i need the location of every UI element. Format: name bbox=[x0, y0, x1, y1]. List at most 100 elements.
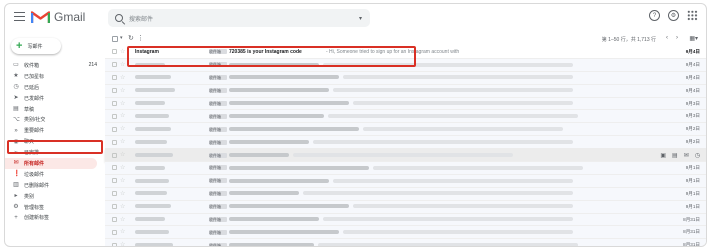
row-checkbox[interactable] bbox=[112, 229, 117, 235]
sidebar-item[interactable]: ✉ 所有邮件 bbox=[5, 158, 97, 169]
row-checkbox[interactable] bbox=[112, 178, 117, 184]
email-row[interactable]: ☆ 收件箱 9月3日 bbox=[105, 97, 706, 111]
category-icon: ▸ bbox=[14, 193, 18, 200]
sidebar-item[interactable]: ⌥ 类别/社交 bbox=[5, 114, 103, 125]
help-icon[interactable]: ? bbox=[649, 10, 660, 21]
sidebar-item[interactable]: ★ 已加星标 bbox=[5, 71, 103, 82]
email-row[interactable]: ☆ 收件箱 8月31日 bbox=[105, 226, 706, 240]
email-row[interactable]: ☆ 收件箱 9月2日 bbox=[105, 123, 706, 137]
delete-icon[interactable]: ▤ bbox=[672, 152, 678, 159]
row-checkbox[interactable] bbox=[112, 62, 117, 68]
star-icon[interactable]: ☆ bbox=[120, 62, 125, 68]
email-date: 9月1日 bbox=[685, 190, 700, 196]
sidebar-item[interactable]: ➤ 已发邮件 bbox=[5, 93, 103, 104]
email-date: 9月4日 bbox=[685, 61, 700, 67]
row-checkbox[interactable] bbox=[112, 139, 117, 145]
star-icon[interactable]: ☆ bbox=[120, 126, 125, 132]
star-icon[interactable]: ☆ bbox=[120, 49, 125, 55]
app-name: Gmail bbox=[54, 10, 86, 24]
star-icon[interactable]: ☆ bbox=[120, 242, 125, 246]
row-checkbox[interactable] bbox=[112, 204, 117, 210]
star-icon[interactable]: ☆ bbox=[120, 139, 125, 145]
search-options-icon[interactable]: ▾ bbox=[359, 15, 362, 22]
email-date: 9月1日 bbox=[685, 164, 700, 170]
select-all-checkbox[interactable] bbox=[112, 36, 118, 42]
archive-icon[interactable]: ▣ bbox=[660, 152, 666, 159]
sidebar-item[interactable]: ▤ 草稿 bbox=[5, 104, 103, 115]
star-icon[interactable]: ☆ bbox=[120, 204, 125, 210]
sidebar-item-label: 已发邮件 bbox=[24, 95, 45, 102]
sidebar-item[interactable]: ❗ 垃圾邮件 bbox=[5, 169, 103, 180]
star-icon[interactable]: ☆ bbox=[120, 113, 125, 119]
sidebar-item[interactable]: ▸ 类别 bbox=[5, 191, 103, 202]
star-icon[interactable]: ☆ bbox=[120, 88, 125, 94]
email-subject bbox=[229, 204, 349, 210]
email-label-tag: 收件箱 bbox=[209, 101, 227, 106]
input-tools-icon[interactable]: ▦▾ bbox=[689, 35, 698, 42]
star-icon[interactable]: ☆ bbox=[120, 178, 125, 184]
top-bar: Gmail 搜索邮件 ▾ ? ⚙ bbox=[5, 4, 706, 32]
star-icon[interactable]: ☆ bbox=[120, 165, 125, 171]
row-checkbox[interactable] bbox=[112, 113, 117, 119]
email-row[interactable]: ☆ 收件箱 8月31日 bbox=[105, 239, 706, 246]
plus-icon: + bbox=[16, 40, 23, 52]
email-snippet bbox=[343, 229, 573, 235]
email-subject bbox=[229, 126, 359, 132]
row-checkbox[interactable] bbox=[112, 126, 117, 132]
email-label-tag: 收件箱 bbox=[209, 139, 227, 145]
sidebar-item-label: 创建新标签 bbox=[24, 215, 50, 222]
email-label-tag: 收件箱 bbox=[209, 165, 227, 171]
top-right-controls: ? ⚙ bbox=[649, 10, 698, 21]
star-icon[interactable]: ☆ bbox=[120, 229, 125, 235]
star-icon[interactable]: ☆ bbox=[120, 75, 125, 81]
next-page-icon[interactable]: › bbox=[676, 35, 678, 41]
star-icon[interactable]: ☆ bbox=[120, 152, 125, 158]
sidebar-item[interactable]: + 创建新标签 bbox=[5, 212, 103, 223]
row-checkbox[interactable] bbox=[112, 217, 117, 223]
email-row[interactable]: ☆ 收件箱 9月3日 bbox=[105, 110, 706, 124]
sidebar-item-label: 已加星标 bbox=[24, 73, 45, 80]
select-dropdown-icon[interactable]: ▾ bbox=[120, 35, 123, 41]
email-row[interactable]: ☆ 收件箱 ▣ ▤ ✉ ◷ bbox=[105, 149, 706, 163]
row-checkbox[interactable] bbox=[112, 101, 117, 106]
mark-read-icon[interactable]: ✉ bbox=[684, 152, 689, 159]
star-icon[interactable]: ☆ bbox=[120, 217, 125, 223]
highlight-box-instagram-email bbox=[127, 46, 416, 67]
email-row[interactable]: ☆ 收件箱 8月31日 bbox=[105, 213, 706, 227]
refresh-icon[interactable]: ↻ bbox=[128, 34, 134, 42]
sidebar-item[interactable]: ⚙ 管理标签 bbox=[5, 202, 103, 213]
snooze-icon[interactable]: ◷ bbox=[695, 152, 700, 159]
search-icon[interactable] bbox=[115, 14, 123, 22]
email-sender bbox=[135, 204, 195, 210]
gmail-logo[interactable]: Gmail bbox=[31, 9, 85, 25]
more-options-icon[interactable]: ⋮ bbox=[137, 34, 144, 42]
email-row[interactable]: ☆ 收件箱 9月2日 bbox=[105, 136, 706, 150]
row-checkbox[interactable] bbox=[112, 75, 117, 81]
star-icon[interactable]: ☆ bbox=[120, 101, 125, 107]
sidebar-item[interactable]: ▥ 已删除邮件 bbox=[5, 180, 103, 191]
row-checkbox[interactable] bbox=[112, 88, 117, 94]
row-checkbox[interactable] bbox=[112, 242, 117, 246]
email-row[interactable]: ☆ 收件箱 9月1日 bbox=[105, 162, 706, 175]
apps-grid-icon[interactable] bbox=[687, 10, 698, 21]
email-row[interactable]: ☆ 收件箱 9月4日 bbox=[105, 71, 706, 85]
email-row[interactable]: ☆ 收件箱 9月1日 bbox=[105, 187, 706, 201]
settings-icon[interactable]: ⚙ bbox=[668, 10, 679, 21]
row-checkbox[interactable] bbox=[112, 152, 117, 158]
row-checkbox[interactable] bbox=[112, 49, 117, 55]
star-icon[interactable]: ☆ bbox=[120, 191, 125, 197]
search-bar[interactable]: 搜索邮件 ▾ bbox=[108, 9, 370, 27]
prev-page-icon[interactable]: ‹ bbox=[666, 35, 668, 41]
email-row[interactable]: ☆ 收件箱 9月4日 bbox=[105, 84, 706, 98]
sidebar-item[interactable]: ▭ 收件箱 214 bbox=[5, 60, 103, 71]
email-row[interactable]: ☆ 收件箱 9月1日 bbox=[105, 200, 706, 214]
compose-button[interactable]: + 写邮件 bbox=[11, 38, 61, 54]
email-list: ☆ Instagram 收件箱 720385 is your Instagram co… bbox=[105, 46, 706, 246]
email-date: 9月1日 bbox=[685, 203, 700, 209]
sidebar-item[interactable]: ◷ 已延后 bbox=[5, 82, 103, 93]
row-checkbox[interactable] bbox=[112, 191, 117, 197]
row-checkbox[interactable] bbox=[112, 165, 117, 171]
sidebar-item[interactable]: » 重要邮件 bbox=[5, 125, 103, 136]
email-row[interactable]: ☆ 收件箱 9月1日 bbox=[105, 174, 706, 188]
menu-icon[interactable] bbox=[14, 12, 25, 21]
